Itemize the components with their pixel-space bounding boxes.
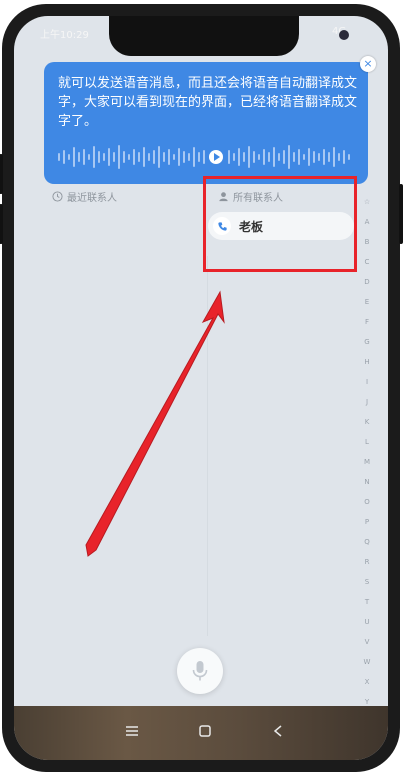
index-letter[interactable]: G — [364, 332, 369, 352]
status-time: 上午10:29 — [40, 30, 89, 41]
index-letter[interactable]: R — [365, 552, 370, 572]
highlight-box — [203, 176, 357, 272]
index-letter[interactable]: Q — [364, 532, 370, 552]
index-letter[interactable]: N — [364, 472, 369, 492]
close-icon[interactable]: × — [360, 56, 376, 72]
index-letter[interactable]: V — [365, 632, 370, 652]
phone-frame: 上午10:29 4G 就可以发送语音消息，而且还会将语音自动翻译成文字，大家可以… — [0, 4, 403, 772]
index-letter[interactable]: M — [364, 452, 370, 472]
index-letter[interactable]: T — [365, 592, 369, 612]
index-letter[interactable]: W — [364, 652, 371, 672]
clock-icon — [52, 191, 63, 202]
index-letter[interactable]: ☆ — [364, 192, 370, 212]
navigation-bar — [14, 706, 388, 760]
power-button — [399, 184, 403, 244]
index-letter[interactable]: C — [365, 252, 370, 272]
banner-text: 就可以发送语音消息，而且还会将语音自动翻译成文字，大家可以看到现在的界面，已经将… — [58, 76, 358, 129]
index-letter[interactable]: D — [364, 272, 369, 292]
index-letter[interactable]: B — [365, 232, 370, 252]
front-camera — [339, 30, 349, 40]
menu-icon[interactable] — [126, 726, 138, 736]
back-chevron-icon[interactable] — [274, 725, 282, 737]
index-letter[interactable]: F — [365, 312, 369, 332]
volume-down-button — [0, 204, 3, 244]
index-letter[interactable]: P — [365, 512, 369, 532]
mic-button[interactable] — [177, 648, 223, 694]
index-letter[interactable]: E — [365, 292, 369, 312]
recent-contacts-header: 最近联系人 — [52, 189, 117, 204]
index-letter[interactable]: H — [364, 352, 369, 372]
recent-contacts-title: 最近联系人 — [67, 193, 117, 204]
alphabet-index[interactable]: ☆ A B C D E F G H I J K L M N O P Q R S … — [360, 192, 374, 752]
divider-line — [207, 256, 208, 636]
index-letter[interactable]: I — [366, 372, 368, 392]
index-letter[interactable]: A — [365, 212, 370, 232]
index-letter[interactable]: U — [364, 612, 369, 632]
volume-up-button — [0, 154, 3, 194]
phone-screen: 上午10:29 4G 就可以发送语音消息，而且还会将语音自动翻译成文字，大家可以… — [14, 16, 388, 760]
index-letter[interactable]: L — [365, 432, 369, 452]
home-square-icon[interactable] — [199, 725, 211, 737]
index-letter[interactable]: K — [365, 412, 370, 432]
waveform-icon — [58, 145, 350, 169]
index-letter[interactable]: J — [366, 392, 368, 412]
voice-translation-banner[interactable]: 就可以发送语音消息，而且还会将语音自动翻译成文字，大家可以看到现在的界面，已经将… — [44, 56, 376, 184]
microphone-icon — [192, 661, 208, 681]
index-letter[interactable]: O — [364, 492, 370, 512]
index-letter[interactable]: S — [365, 572, 369, 592]
index-letter[interactable]: X — [365, 672, 370, 692]
notch — [109, 16, 349, 56]
